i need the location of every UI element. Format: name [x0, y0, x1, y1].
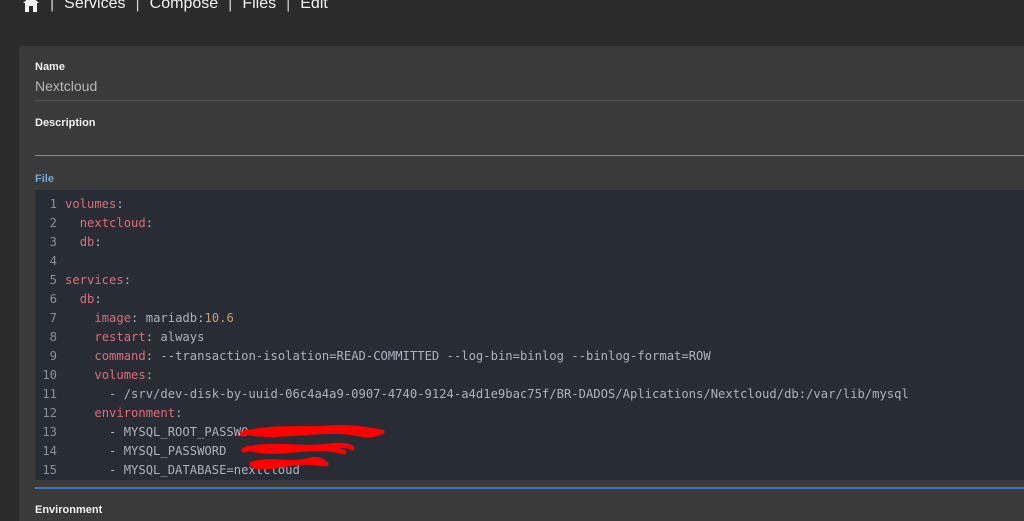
- code-line: 15 - MYSQL_DATABASE=nextcloud: [35, 460, 1024, 479]
- code-text: - MYSQL_PASSWORD: [65, 443, 227, 458]
- nav-files[interactable]: Files: [242, 0, 276, 13]
- code-text: - MYSQL_DATABASE=nextcloud: [65, 462, 300, 477]
- code-line: 4: [35, 251, 1024, 270]
- line-number: 11: [42, 386, 57, 401]
- code-text: restart: always: [94, 329, 205, 344]
- line-number: 5: [49, 272, 57, 287]
- code-text: image: mariadb:10.6: [94, 310, 234, 325]
- top-navigation: | Services | Compose | Files | Edit: [0, 0, 1024, 16]
- code-line: 3 db:: [35, 232, 1024, 251]
- line-number: 4: [49, 253, 57, 268]
- file-label: File: [35, 173, 54, 185]
- code-line: 5 services:: [35, 270, 1024, 289]
- nav-edit[interactable]: Edit: [300, 0, 328, 13]
- nav-compose[interactable]: Compose: [150, 0, 218, 13]
- line-number: 13: [42, 424, 57, 439]
- code-text: volumes:: [65, 196, 124, 211]
- description-input[interactable]: [35, 134, 1024, 156]
- code-line: 10 volumes:: [35, 365, 1024, 384]
- compose-file-editor[interactable]: 1 volumes: 2 nextcloud: 3 db: 4 5 services: 6 d…: [35, 190, 1024, 480]
- nav-separator: |: [135, 0, 140, 12]
- code-line: 14 - MYSQL_PASSWORD: [35, 441, 1024, 460]
- code-text: db:: [79, 291, 102, 306]
- code-text: environment:: [94, 405, 183, 420]
- code-line: 9 command: --transaction-isolation=READ-…: [35, 346, 1024, 365]
- code-line: 8 restart: always: [35, 327, 1024, 346]
- description-label: Description: [35, 117, 96, 129]
- line-number: 12: [42, 405, 57, 420]
- editor-focus-underline: [35, 487, 1024, 489]
- nav-separator: |: [50, 0, 55, 12]
- code-line: 2 nextcloud:: [35, 213, 1024, 232]
- code-text: db:: [79, 234, 102, 249]
- code-text: - /srv/dev-disk-by-uuid-06c4a4a9-0907-47…: [65, 386, 909, 401]
- code-line: 12 environment:: [35, 403, 1024, 422]
- line-number: 9: [49, 348, 57, 363]
- home-icon[interactable]: [22, 0, 40, 13]
- line-number: 2: [49, 215, 57, 230]
- line-number: 1: [49, 196, 57, 211]
- line-number: 14: [42, 443, 57, 458]
- line-number: 15: [42, 462, 57, 477]
- code-text: services:: [65, 272, 132, 287]
- code-line: 13 - MYSQL_ROOT_PASSWO: [35, 422, 1024, 441]
- name-label: Name: [35, 61, 65, 73]
- line-number: 8: [49, 329, 57, 344]
- code-text: - MYSQL_ROOT_PASSWO: [65, 424, 249, 439]
- line-number: 7: [49, 310, 57, 325]
- line-number: 10: [42, 367, 57, 382]
- code-text: command: --transaction-isolation=READ-CO…: [94, 348, 711, 363]
- nav-services[interactable]: Services: [64, 0, 125, 13]
- nav-separator: |: [228, 0, 233, 12]
- compose-form-card: Name Nextcloud Description File 1 volumes…: [19, 46, 1024, 521]
- line-number: 6: [49, 291, 57, 306]
- code-line: 1 volumes:: [35, 194, 1024, 213]
- line-number: 3: [49, 234, 57, 249]
- code-line: 7 image: mariadb:10.6: [35, 308, 1024, 327]
- code-text: nextcloud:: [79, 215, 154, 230]
- name-field[interactable]: Nextcloud: [35, 78, 97, 94]
- code-line: 11 - /srv/dev-disk-by-uuid-06c4a4a9-0907…: [35, 384, 1024, 403]
- name-underline: [35, 100, 1024, 101]
- environment-label: Environment: [35, 504, 103, 516]
- nav-separator: |: [286, 0, 291, 12]
- code-line: 6 db:: [35, 289, 1024, 308]
- code-text: volumes:: [94, 367, 154, 382]
